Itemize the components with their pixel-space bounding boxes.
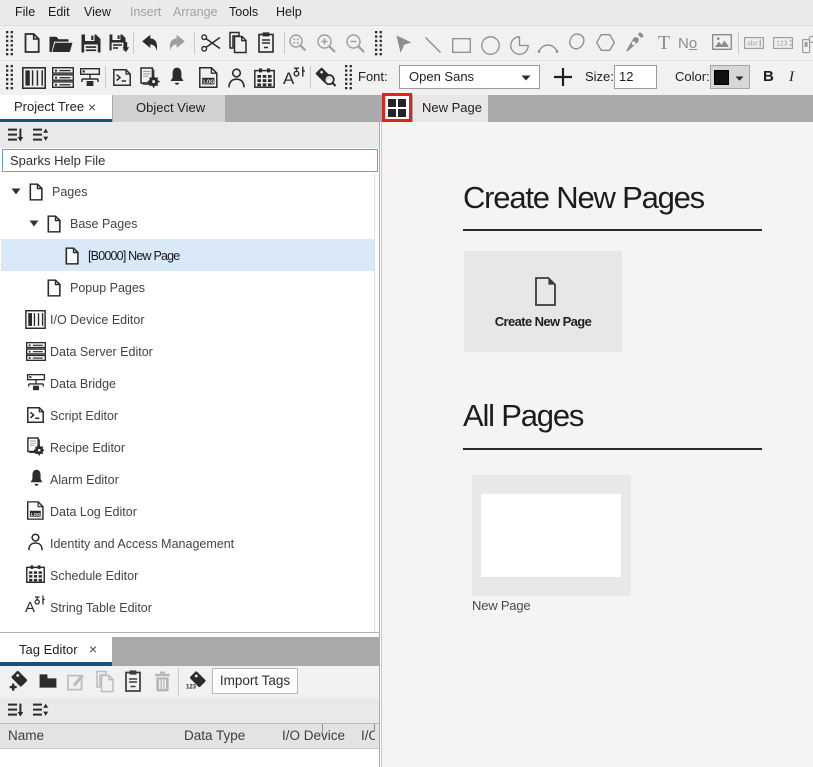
svg-text:abc: abc <box>747 41 759 48</box>
svg-text:123: 123 <box>186 685 197 691</box>
svg-text:LOG: LOG <box>203 79 214 85</box>
svg-text:123: 123 <box>776 41 788 48</box>
